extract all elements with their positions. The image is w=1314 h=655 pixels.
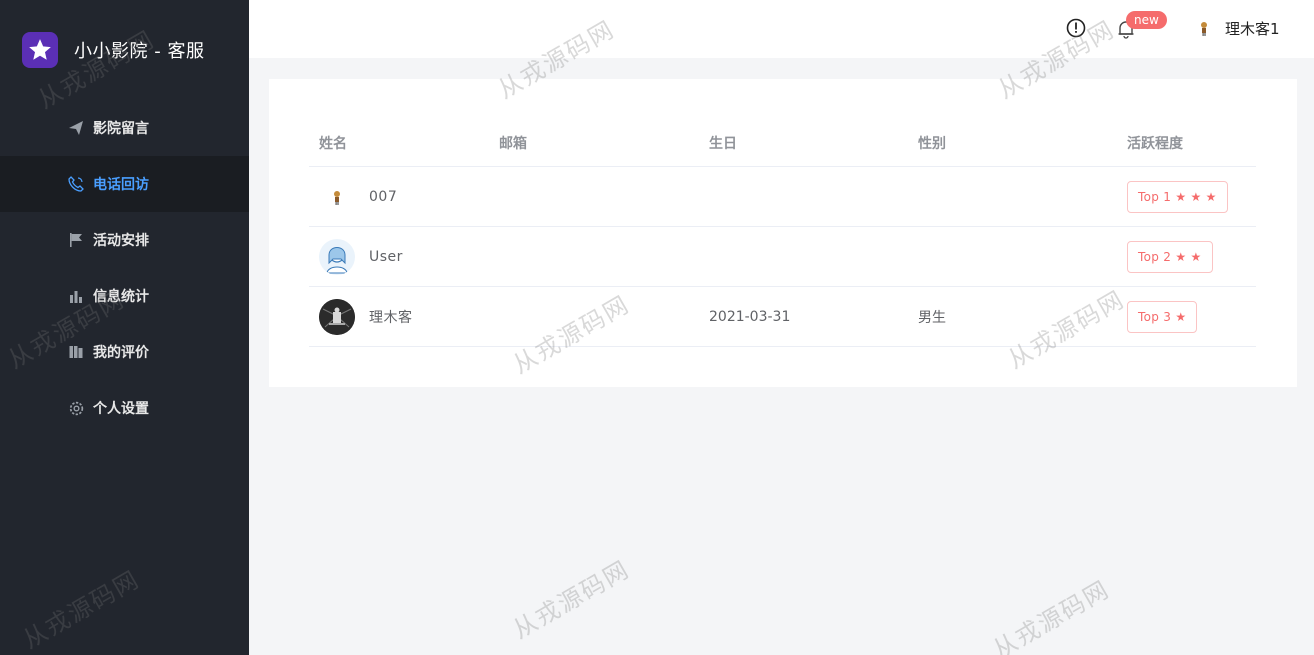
sidebar-item-label: 电话回访: [93, 177, 149, 193]
sidebar-item-callback[interactable]: 电话回访: [0, 156, 249, 212]
avatar: [319, 238, 355, 275]
watermark: 从戎源码网: [987, 575, 1115, 655]
cell-activity: Top 2 ★ ★: [1117, 240, 1256, 273]
sidebar: 小小影院 - 客服 影院留言 电话回访 活动安排 信息统计 我的评价 个人设置: [0, 0, 249, 655]
cell-birthday: 2021-03-31: [709, 308, 791, 325]
user-name: 理木客: [369, 309, 413, 326]
sidebar-item-settings[interactable]: 个人设置: [0, 380, 249, 436]
sidebar-item-stats[interactable]: 信息统计: [0, 268, 249, 324]
table-row[interactable]: 理木客 2021-03-31 男生 Top 3 ★: [309, 287, 1256, 347]
avatar: [319, 298, 355, 335]
sidebar-item-reviews[interactable]: 我的评价: [0, 324, 249, 380]
content-card: 姓名 邮箱 生日 性别 活跃程度 007 Top 1 ★ ★ ★ User To…: [269, 79, 1297, 387]
gear-icon: [67, 399, 85, 417]
bar-chart-icon: [67, 287, 85, 305]
activity-tag: Top 1 ★ ★ ★: [1127, 180, 1228, 213]
user-name: 007: [369, 188, 398, 205]
sidebar-item-label: 活动安排: [93, 233, 149, 249]
sidebar-item-label: 个人设置: [93, 401, 149, 417]
user-name: User: [369, 248, 403, 265]
cell-activity: Top 3 ★: [1117, 300, 1256, 333]
top-header: new 理木客1: [249, 0, 1314, 58]
sidebar-item-messages[interactable]: 影院留言: [0, 100, 249, 156]
brand: 小小影院 - 客服: [0, 0, 249, 100]
cell-activity: Top 1 ★ ★ ★: [1117, 180, 1256, 213]
sidebar-item-label: 影院留言: [93, 121, 149, 137]
cell-name: 007: [309, 179, 489, 215]
sidebar-item-label: 我的评价: [93, 345, 149, 361]
cell-name: User: [309, 238, 489, 275]
avatar: [319, 179, 355, 215]
sidebar-item-label: 信息统计: [93, 289, 149, 305]
paper-plane-icon: [67, 119, 85, 137]
flag-icon: [67, 231, 85, 249]
username[interactable]: 理木客1: [1225, 18, 1280, 39]
user-table: 姓名 邮箱 生日 性别 活跃程度 007 Top 1 ★ ★ ★ User To…: [309, 119, 1256, 347]
book-icon: [67, 343, 85, 361]
phone-icon: [67, 175, 85, 193]
table-row[interactable]: User Top 2 ★ ★: [309, 227, 1256, 287]
brand-title: 小小影院 - 客服: [74, 41, 205, 62]
column-header-activity: 活跃程度: [1127, 135, 1183, 152]
notification-badge: new: [1126, 11, 1167, 29]
column-header-email: 邮箱: [499, 135, 527, 152]
sidebar-item-events[interactable]: 活动安排: [0, 212, 249, 268]
activity-tag: Top 2 ★ ★: [1127, 240, 1213, 273]
column-header-gender: 性别: [918, 135, 946, 152]
sidebar-menu: 影院留言 电话回访 活动安排 信息统计 我的评价 个人设置: [0, 100, 249, 436]
column-header-birthday: 生日: [709, 135, 737, 152]
table-row[interactable]: 007 Top 1 ★ ★ ★: [309, 167, 1256, 227]
star-logo-icon: [22, 32, 58, 68]
cell-name: 理木客: [309, 298, 489, 335]
cell-gender: 男生: [918, 309, 946, 326]
help-icon[interactable]: [1065, 17, 1087, 39]
user-avatar[interactable]: [1194, 18, 1214, 38]
watermark: 从戎源码网: [507, 555, 635, 645]
table-header: 姓名 邮箱 生日 性别 活跃程度: [309, 119, 1256, 167]
column-header-name: 姓名: [319, 135, 347, 152]
activity-tag: Top 3 ★: [1127, 300, 1198, 333]
